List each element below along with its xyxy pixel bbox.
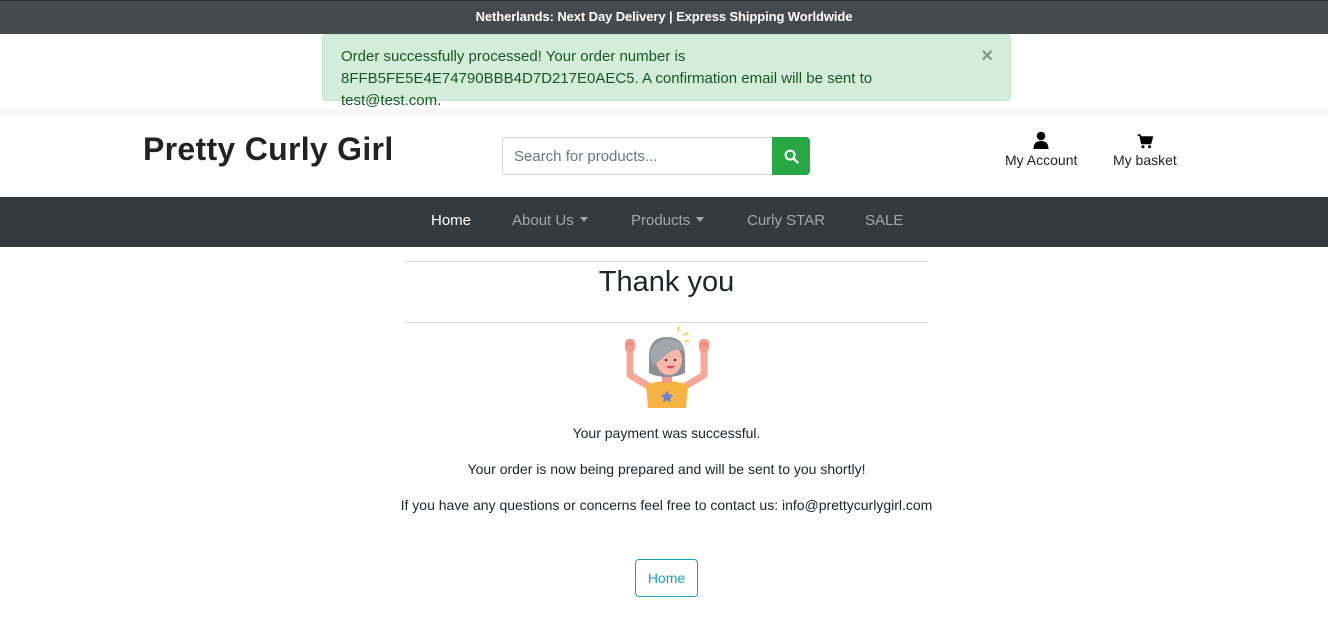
title-top-divider — [405, 261, 928, 262]
main-navigation: Home About Us Products Curly STAR SALE — [0, 197, 1328, 247]
nav-about-us[interactable]: About Us — [512, 197, 588, 245]
nav-sale-label: SALE — [865, 212, 904, 229]
nav-home-label: Home — [431, 212, 472, 229]
caret-down-icon — [579, 217, 588, 223]
announcement-bar: Netherlands: Next Day Delivery | Express… — [0, 0, 1328, 34]
page-title: Thank you — [598, 266, 735, 298]
site-logo[interactable]: Pretty Curly Girl — [143, 131, 394, 168]
nav-products-label: Products — [631, 212, 691, 229]
my-account-link[interactable]: My Account — [1005, 129, 1077, 168]
my-account-label: My Account — [1005, 152, 1078, 168]
nav-about-us-label: About Us — [512, 212, 574, 229]
announcement-text: Netherlands: Next Day Delivery | Express… — [475, 9, 853, 24]
order-prepared-text: Your order is now being prepared and wil… — [467, 461, 866, 477]
payment-success-text: Your payment was successful. — [572, 425, 761, 441]
contact-text: If you have any questions or concerns fe… — [400, 497, 933, 513]
nav-curly-star-label: Curly STAR — [747, 212, 826, 229]
home-button[interactable]: Home — [635, 559, 698, 597]
search-button[interactable] — [772, 137, 810, 175]
search-icon — [784, 149, 799, 164]
nav-curly-star[interactable]: Curly STAR — [747, 197, 825, 245]
title-bottom-divider — [405, 322, 928, 323]
celebrating-girl-illustration — [625, 326, 709, 408]
my-basket-label: My basket — [1113, 152, 1177, 168]
alert-message: Order successfully processed! Your order… — [341, 48, 873, 109]
close-icon[interactable]: × — [981, 44, 993, 68]
caret-down-icon — [696, 217, 705, 223]
search-form — [502, 137, 810, 175]
nav-sale[interactable]: SALE — [865, 197, 903, 245]
cart-icon — [1137, 134, 1153, 149]
site-header: Pretty Curly Girl My Account — [0, 115, 1328, 197]
order-success-alert: Order successfully processed! Your order… — [322, 34, 1011, 109]
nav-products[interactable]: Products — [631, 197, 705, 245]
search-input[interactable] — [502, 137, 772, 175]
my-basket-link[interactable]: My basket — [1113, 129, 1177, 168]
nav-home[interactable]: Home — [431, 197, 471, 245]
user-icon — [1033, 131, 1049, 149]
